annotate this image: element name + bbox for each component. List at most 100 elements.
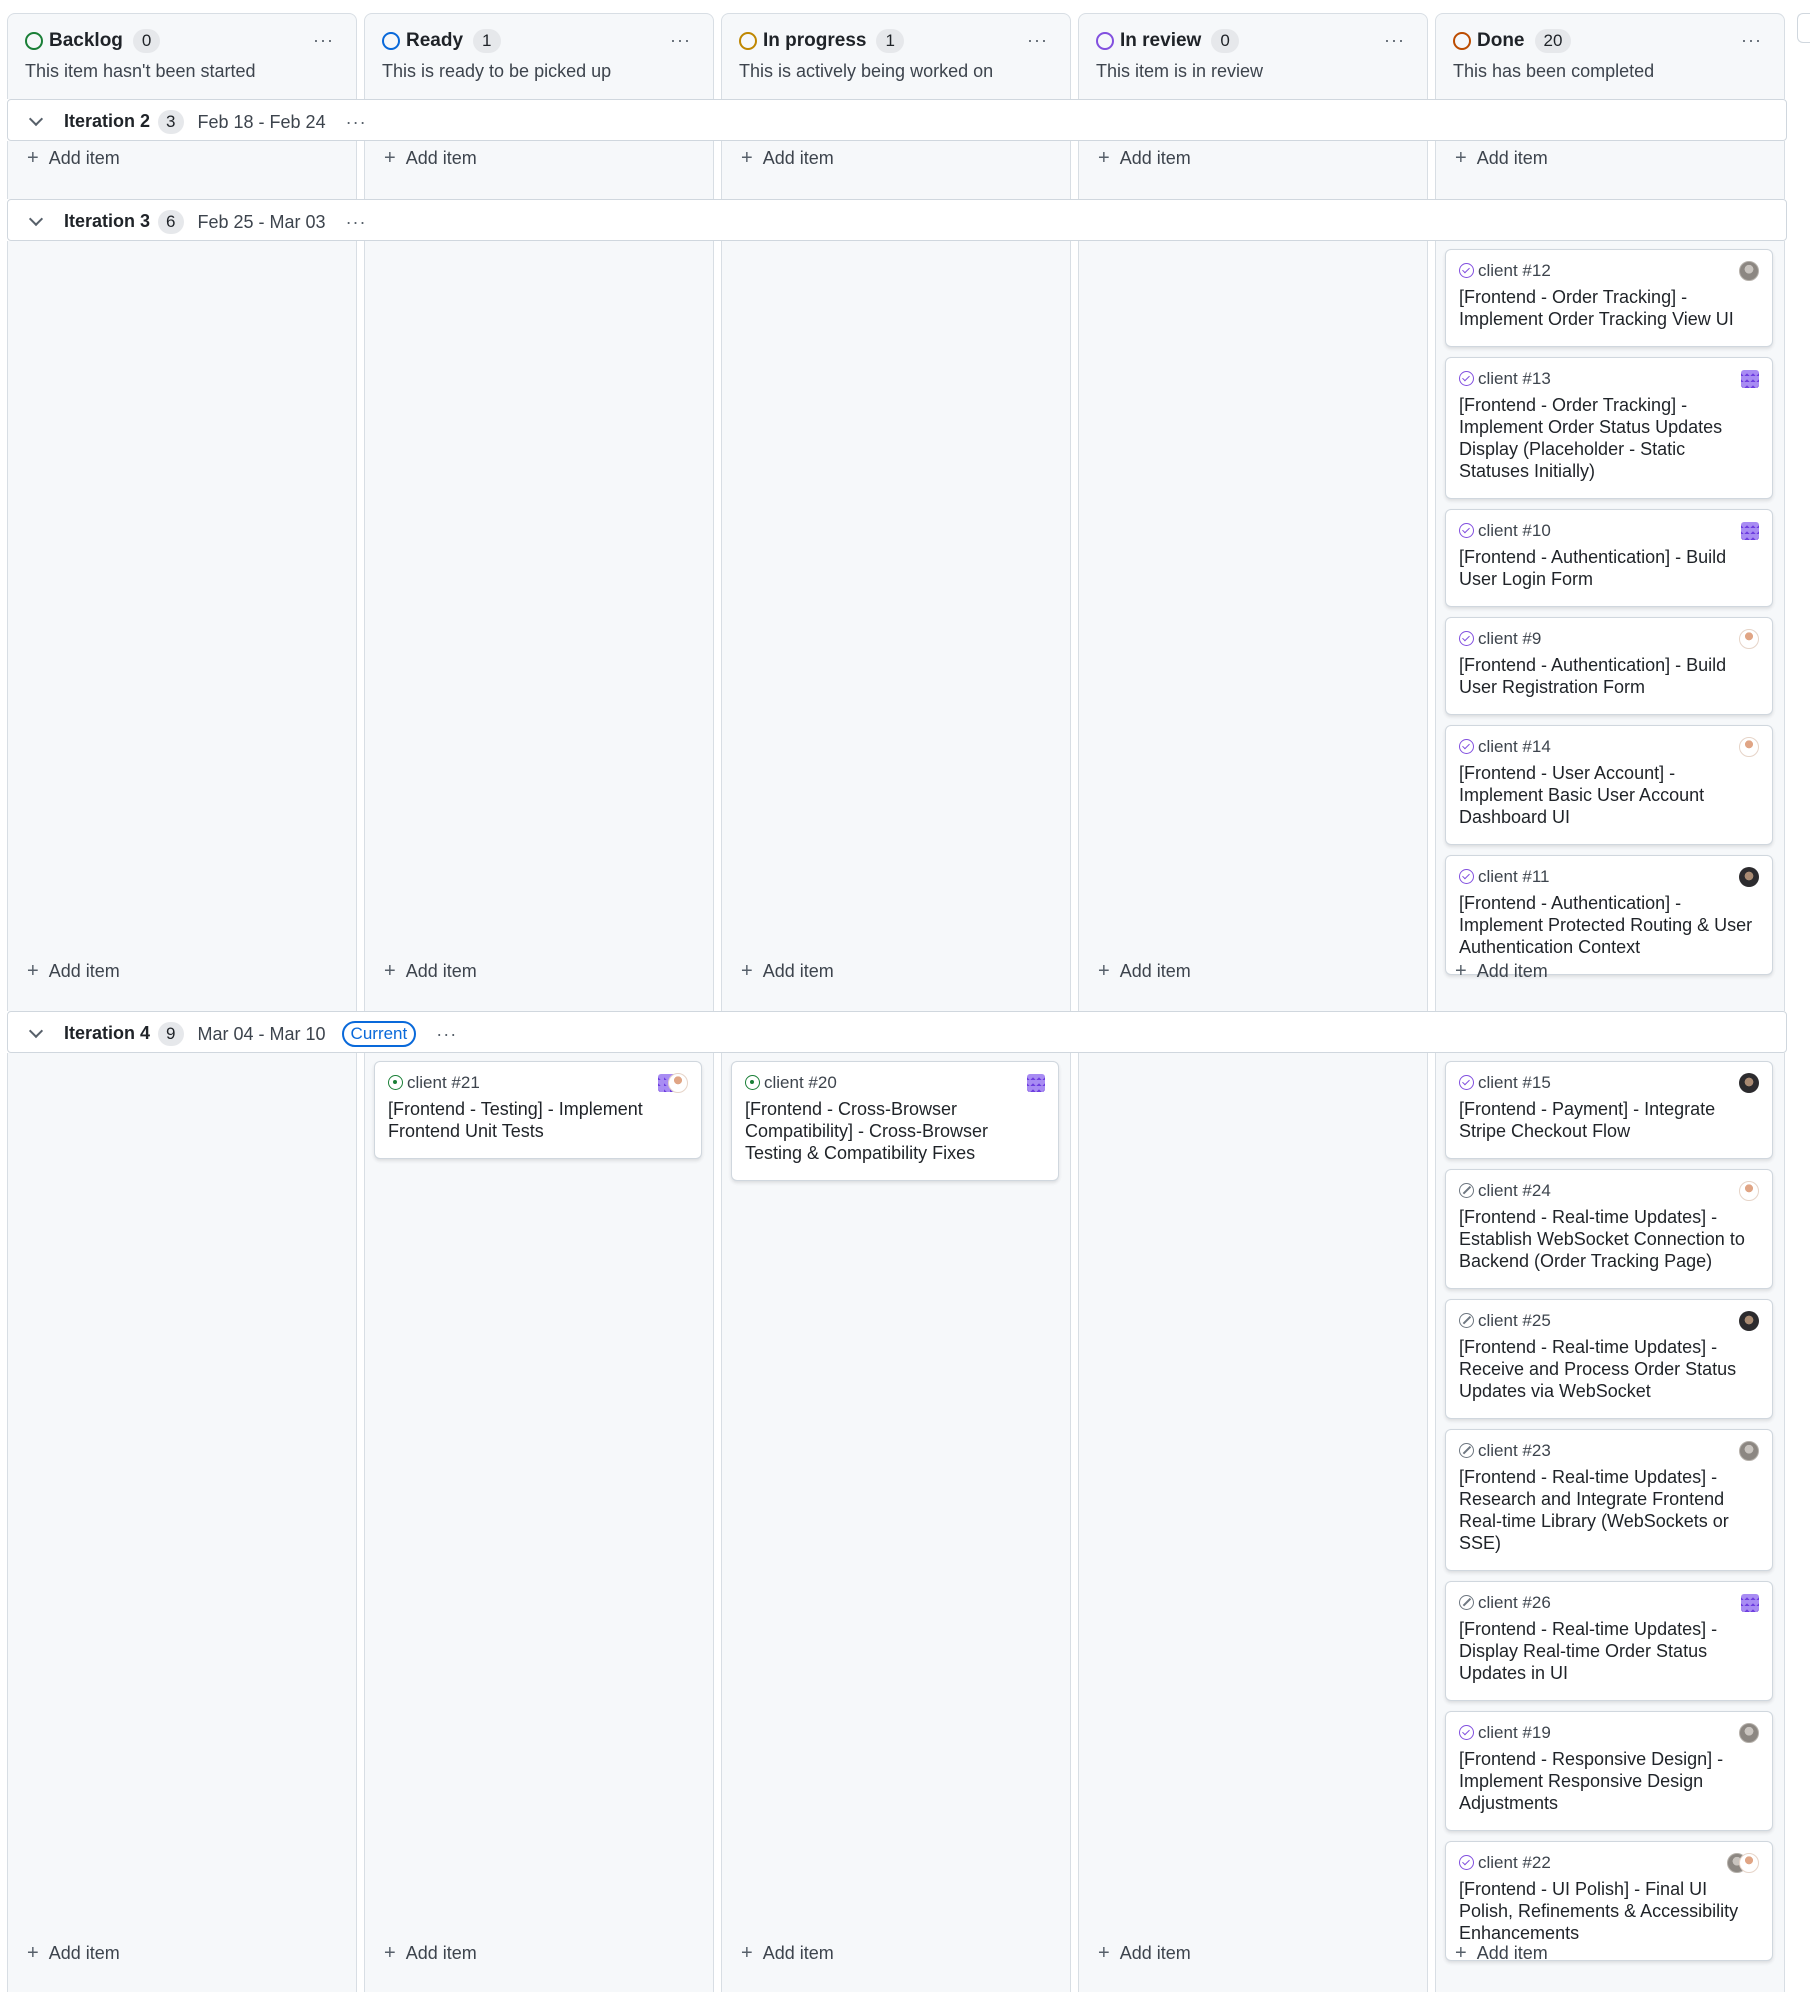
issue-title[interactable]: [Frontend - Real-time Updates] - Receive… (1459, 1336, 1759, 1402)
issue-reference[interactable]: client #11 (1478, 867, 1550, 886)
add-column-edge[interactable] (1797, 13, 1810, 43)
issue-reference[interactable]: client #10 (1478, 521, 1551, 540)
add-item-button[interactable]: + Add item (1098, 144, 1191, 172)
assignee-avatar[interactable] (1739, 1853, 1759, 1873)
issue-title[interactable]: [Frontend - Responsive Design] - Impleme… (1459, 1748, 1759, 1814)
issue-title[interactable]: [Frontend - Order Tracking] - Implement … (1459, 394, 1759, 482)
issue-title[interactable]: [Frontend - Authentication] - Build User… (1459, 546, 1759, 590)
assignee-avatar[interactable] (1739, 1441, 1759, 1461)
assignee-avatar[interactable] (1739, 1723, 1759, 1743)
issue-title[interactable]: [Frontend - Authentication] - Build User… (1459, 654, 1759, 698)
assignee-avatar[interactable] (1739, 737, 1759, 757)
issue-reference[interactable]: client #19 (1478, 1723, 1551, 1742)
issue-title[interactable]: [Frontend - Cross-Browser Compatibility]… (745, 1098, 1045, 1164)
assignee-avatar[interactable] (1739, 1181, 1759, 1201)
add-item-button[interactable]: + Add item (27, 144, 120, 172)
add-item-button[interactable]: + Add item (741, 957, 834, 985)
issue-card[interactable]: client #13 [Frontend - Order Tracking] - … (1445, 357, 1773, 499)
issue-title[interactable]: [Frontend - Real-time Updates] - Researc… (1459, 1466, 1759, 1554)
column-menu-button[interactable]: ··· (1027, 31, 1048, 49)
issue-title[interactable]: [Frontend - Order Tracking] - Implement … (1459, 286, 1759, 330)
issue-title[interactable]: [Frontend - Real-time Updates] - Display… (1459, 1618, 1759, 1684)
add-item-label: Add item (405, 1943, 477, 1963)
add-item-button[interactable]: + Add item (27, 1939, 120, 1967)
assignee-avatar[interactable] (668, 1073, 688, 1093)
issue-reference[interactable]: client #15 (1478, 1073, 1551, 1092)
issue-card[interactable]: client #12 [Frontend - Order Tracking] - … (1445, 249, 1773, 347)
add-item-button[interactable]: + Add item (384, 144, 477, 172)
iteration-title: Iteration 3 6 Feb 25 - Mar 03 ··· (64, 200, 367, 242)
add-item-button[interactable]: + Add item (741, 1939, 834, 1967)
chevron-down-icon[interactable] (26, 111, 46, 131)
add-item-button[interactable]: + Add item (384, 957, 477, 985)
issue-reference[interactable]: client #14 (1478, 737, 1551, 756)
issue-title[interactable]: [Frontend - Payment] - Integrate Stripe … (1459, 1098, 1759, 1142)
issue-title[interactable]: [Frontend - Real-time Updates] - Establi… (1459, 1206, 1759, 1272)
add-item-button[interactable]: + Add item (384, 1939, 477, 1967)
issue-card[interactable]: client #21 [Frontend - Testing] - Impleme… (374, 1061, 702, 1159)
column-menu-button[interactable]: ··· (1741, 31, 1762, 49)
issue-card[interactable]: client #19 [Frontend - Responsive Design]… (1445, 1711, 1773, 1831)
add-item-button[interactable]: + Add item (1455, 957, 1548, 985)
issue-reference[interactable]: client #26 (1478, 1593, 1551, 1612)
issue-reference[interactable]: client #20 (764, 1073, 837, 1092)
add-item-label: Add item (1476, 1943, 1548, 1963)
iteration-menu-button[interactable]: ··· (346, 101, 367, 143)
chevron-down-icon[interactable] (26, 1023, 46, 1043)
issue-card[interactable]: client #26 [Frontend - Real-time Updates]… (1445, 1581, 1773, 1701)
column-menu-button[interactable]: ··· (670, 31, 691, 49)
issue-reference[interactable]: client #23 (1478, 1441, 1551, 1460)
assignee-avatar[interactable] (1739, 867, 1759, 887)
add-item-button[interactable]: + Add item (27, 957, 120, 985)
iteration-count-badge: 3 (158, 110, 184, 135)
column-title: Done 20 (1477, 29, 1572, 53)
add-item-button[interactable]: + Add item (1455, 1939, 1548, 1967)
column-menu-button[interactable]: ··· (313, 31, 334, 49)
issue-reference[interactable]: client #9 (1478, 629, 1541, 648)
iteration-group-header: Iteration 2 3 Feb 18 - Feb 24 ··· (7, 99, 1787, 141)
column-header-backlog: Backlog 0 This item hasn't been started ··· (7, 13, 357, 99)
issue-closed-not-planned-icon (1459, 1443, 1474, 1458)
assignee-avatar[interactable] (1739, 1073, 1759, 1093)
chevron-down-icon[interactable] (26, 211, 46, 231)
assignee-avatar[interactable] (1739, 261, 1759, 281)
assignee-avatar[interactable] (1741, 370, 1759, 388)
issue-card[interactable]: client #25 [Frontend - Real-time Updates]… (1445, 1299, 1773, 1419)
issue-card[interactable]: client #23 [Frontend - Real-time Updates]… (1445, 1429, 1773, 1571)
issue-reference[interactable]: client #13 (1478, 369, 1551, 388)
assignee-avatar[interactable] (1741, 1594, 1759, 1612)
issue-reference[interactable]: client #24 (1478, 1181, 1551, 1200)
plus-icon: + (27, 1942, 39, 1964)
add-item-button[interactable]: + Add item (741, 144, 834, 172)
issue-title[interactable]: [Frontend - Testing] - Implement Fronten… (388, 1098, 688, 1142)
assignee-avatar[interactable] (1739, 629, 1759, 649)
issue-title[interactable]: [Frontend - UI Polish] - Final UI Polish… (1459, 1878, 1759, 1944)
assignee-avatar[interactable] (1739, 1311, 1759, 1331)
assignee-avatar[interactable] (1741, 522, 1759, 540)
issue-card[interactable]: client #24 [Frontend - Real-time Updates]… (1445, 1169, 1773, 1289)
plus-icon: + (741, 147, 753, 169)
issue-reference[interactable]: client #21 (407, 1073, 480, 1092)
issue-title[interactable]: [Frontend - Authentication] - Implement … (1459, 892, 1759, 958)
assignee-avatar[interactable] (1027, 1074, 1045, 1092)
issue-reference[interactable]: client #22 (1478, 1853, 1551, 1872)
issue-card[interactable]: client #9 [Frontend - Authentication] - B… (1445, 617, 1773, 715)
column-title: Backlog 0 (49, 29, 161, 53)
issue-card[interactable]: client #15 [Frontend - Payment] - Integra… (1445, 1061, 1773, 1159)
issue-reference[interactable]: client #12 (1478, 261, 1551, 280)
column-name: In progress (763, 30, 867, 51)
iteration-menu-button[interactable]: ··· (346, 201, 367, 243)
column-menu-button[interactable]: ··· (1384, 31, 1405, 49)
iteration-menu-button[interactable]: ··· (436, 1013, 457, 1055)
add-item-button[interactable]: + Add item (1098, 957, 1191, 985)
issue-card[interactable]: client #20 [Frontend - Cross-Browser Comp… (731, 1061, 1059, 1181)
add-item-label: Add item (405, 148, 477, 168)
issue-card[interactable]: client #10 [Frontend - Authentication] - … (1445, 509, 1773, 607)
add-item-button[interactable]: + Add item (1455, 144, 1548, 172)
iteration-dates: Feb 18 - Feb 24 (197, 112, 326, 133)
issue-card[interactable]: client #14 [Frontend - User Account] - Im… (1445, 725, 1773, 845)
add-item-button[interactable]: + Add item (1098, 1939, 1191, 1967)
column-name: Backlog (49, 30, 123, 51)
issue-title[interactable]: [Frontend - User Account] - Implement Ba… (1459, 762, 1759, 828)
issue-reference[interactable]: client #25 (1478, 1311, 1551, 1330)
